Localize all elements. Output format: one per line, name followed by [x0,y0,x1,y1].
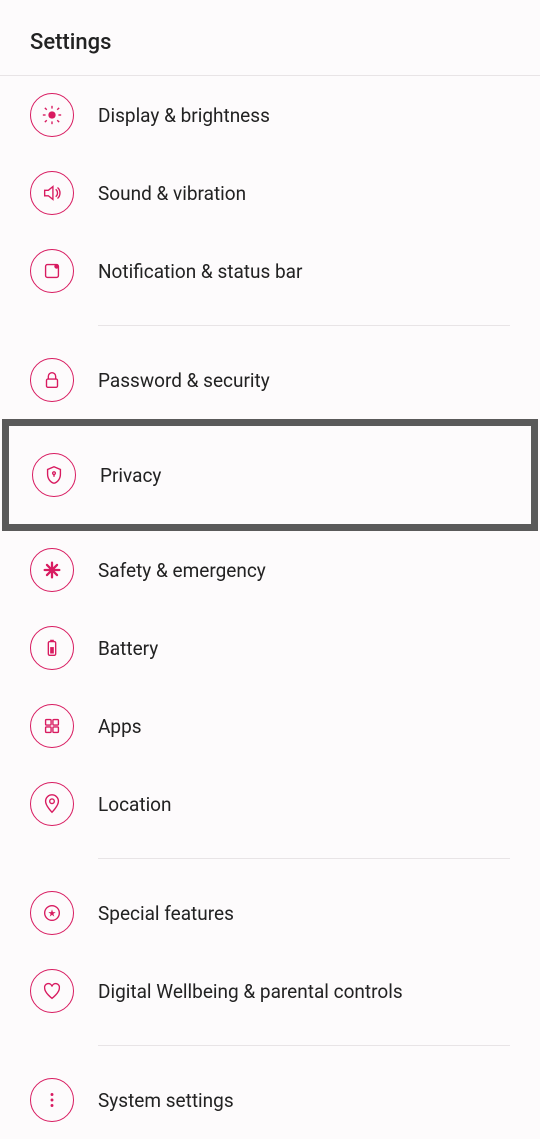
settings-item-label: Apps [98,715,142,738]
settings-item-privacy[interactable]: Privacy [2,419,538,531]
settings-item-label: Special features [98,902,234,925]
settings-item-label: System settings [98,1089,234,1112]
settings-item-label: Privacy [100,464,161,487]
star-icon [30,891,74,935]
settings-item-system[interactable]: System settings [0,1061,540,1139]
settings-item-label: Digital Wellbeing & parental controls [98,980,403,1003]
settings-item-notification[interactable]: Notification & status bar [0,232,540,310]
sound-icon [30,171,74,215]
medical-icon [30,548,74,592]
settings-list: Display & brightness Sound & vibration N… [0,76,540,1139]
location-icon [30,782,74,826]
notification-icon [30,249,74,293]
settings-item-label: Safety & emergency [98,559,266,582]
lock-icon [30,358,74,402]
settings-item-label: Battery [98,637,158,660]
settings-item-label: Location [98,793,172,816]
heart-icon [30,969,74,1013]
settings-item-label: Display & brightness [98,104,270,127]
settings-header: Settings [0,0,540,76]
settings-item-display[interactable]: Display & brightness [0,76,540,154]
shield-icon [32,453,76,497]
settings-item-password[interactable]: Password & security [0,341,540,419]
settings-item-label: Password & security [98,369,270,392]
apps-icon [30,704,74,748]
settings-item-special[interactable]: Special features [0,874,540,952]
page-title: Settings [30,30,510,55]
settings-item-label: Notification & status bar [98,260,302,283]
battery-icon [30,626,74,670]
settings-item-apps[interactable]: Apps [0,687,540,765]
settings-item-safety[interactable]: Safety & emergency [0,531,540,609]
divider [98,325,510,326]
settings-item-battery[interactable]: Battery [0,609,540,687]
settings-item-location[interactable]: Location [0,765,540,843]
brightness-icon [30,93,74,137]
settings-item-wellbeing[interactable]: Digital Wellbeing & parental controls [0,952,540,1030]
divider [98,858,510,859]
divider [98,1045,510,1046]
more-icon [30,1078,74,1122]
settings-item-sound[interactable]: Sound & vibration [0,154,540,232]
settings-item-label: Sound & vibration [98,182,246,205]
